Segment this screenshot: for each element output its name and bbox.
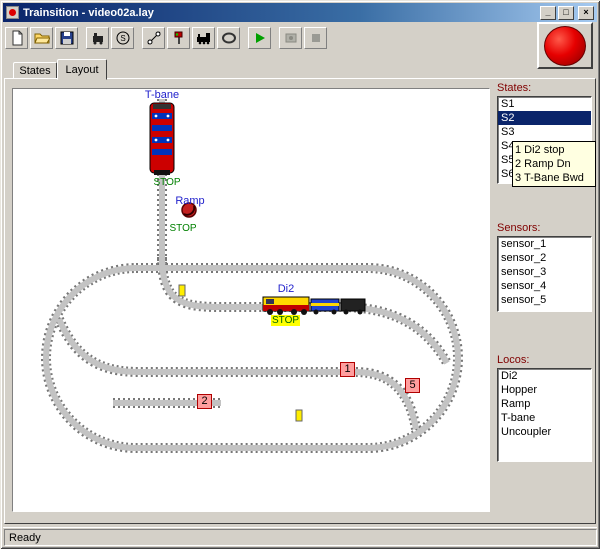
track-tool-icon[interactable] xyxy=(142,27,165,49)
signal-marker[interactable] xyxy=(295,409,303,422)
status-text: Ready xyxy=(4,528,597,546)
tab-layout[interactable]: Layout xyxy=(57,59,107,80)
tooltip-line: 1 Di2 stop xyxy=(515,144,565,156)
emergency-stop-button[interactable] xyxy=(544,25,586,66)
save-file-icon[interactable] xyxy=(55,27,78,49)
signal-marker[interactable] xyxy=(178,284,186,297)
track-marker-5[interactable]: 5 xyxy=(405,378,420,393)
state-tooltip: 1 Di2 stop 2 Ramp Dn 3 T-Bane Bwd xyxy=(512,141,596,187)
maximize-button[interactable]: □ xyxy=(558,5,574,20)
sensors-listbox[interactable]: sensor_1 sensor_2 sensor_3 sensor_4 sens… xyxy=(497,236,592,312)
track-marker-2[interactable]: 2 xyxy=(197,394,212,409)
open-file-icon[interactable] xyxy=(30,27,53,49)
locos-list-item[interactable]: Ramp xyxy=(498,397,591,411)
locos-label: Locos: xyxy=(497,354,530,366)
sensors-label: Sensors: xyxy=(497,222,541,234)
tab-states[interactable]: States xyxy=(13,62,57,79)
train-tool-icon[interactable] xyxy=(192,27,215,49)
signal-tool-icon[interactable] xyxy=(167,27,190,49)
sensor-tool-icon[interactable]: S xyxy=(111,27,134,49)
toolbar: S xyxy=(5,25,329,51)
locos-list-item[interactable]: Hopper xyxy=(498,383,591,397)
layout-canvas[interactable]: T-bane STOP Ramp STOP Di2 STOP 1 2 5 xyxy=(12,88,490,512)
sensors-list-item[interactable]: sensor_1 xyxy=(498,237,591,251)
states-list-item[interactable]: S3 xyxy=(498,125,591,139)
states-list-item[interactable]: S2 xyxy=(498,111,591,125)
svg-text:S: S xyxy=(120,34,125,43)
minimize-button[interactable]: _ xyxy=(540,5,556,20)
states-list-item[interactable]: S1 xyxy=(498,97,591,111)
locos-list-item[interactable]: Di2 xyxy=(498,369,591,383)
tooltip-line: 3 T-Bane Bwd xyxy=(515,172,584,184)
title-bar[interactable]: Trainsition - video02a.lay _ □ × xyxy=(3,3,597,22)
app-icon xyxy=(6,6,19,19)
track-rails xyxy=(46,99,458,448)
tunnel-tool-icon[interactable] xyxy=(217,27,240,49)
emergency-panel xyxy=(537,22,593,69)
sensors-list-item[interactable]: sensor_2 xyxy=(498,251,591,265)
sensors-list-item[interactable]: sensor_5 xyxy=(498,293,591,307)
ramp-stop-sign[interactable] xyxy=(181,202,197,218)
status-bar: Ready xyxy=(3,527,597,546)
train-di2[interactable] xyxy=(262,296,366,315)
stop-icon[interactable] xyxy=(304,27,327,49)
track-marker-1[interactable]: 1 xyxy=(340,362,355,377)
sensors-list-item[interactable]: sensor_4 xyxy=(498,279,591,293)
new-file-icon[interactable] xyxy=(5,27,28,49)
close-button[interactable]: × xyxy=(578,5,594,20)
window-title: Trainsition - video02a.lay xyxy=(23,6,154,19)
locos-listbox[interactable]: Di2 Hopper Ramp T-bane Uncoupler xyxy=(497,368,592,462)
step-icon[interactable] xyxy=(279,27,302,49)
tooltip-line: 2 Ramp Dn xyxy=(515,158,571,170)
application-window: { "window": { "title": "Trainsition - vi… xyxy=(0,0,600,549)
locos-list-item[interactable]: Uncoupler xyxy=(498,425,591,439)
run-icon[interactable] xyxy=(248,27,271,49)
sensors-list-item[interactable]: sensor_3 xyxy=(498,265,591,279)
track-drawing xyxy=(13,89,490,512)
train-tbane[interactable] xyxy=(149,102,175,175)
locos-list-item[interactable]: T-bane xyxy=(498,411,591,425)
states-label: States: xyxy=(497,82,532,94)
locomotive-tool-icon[interactable] xyxy=(86,27,109,49)
